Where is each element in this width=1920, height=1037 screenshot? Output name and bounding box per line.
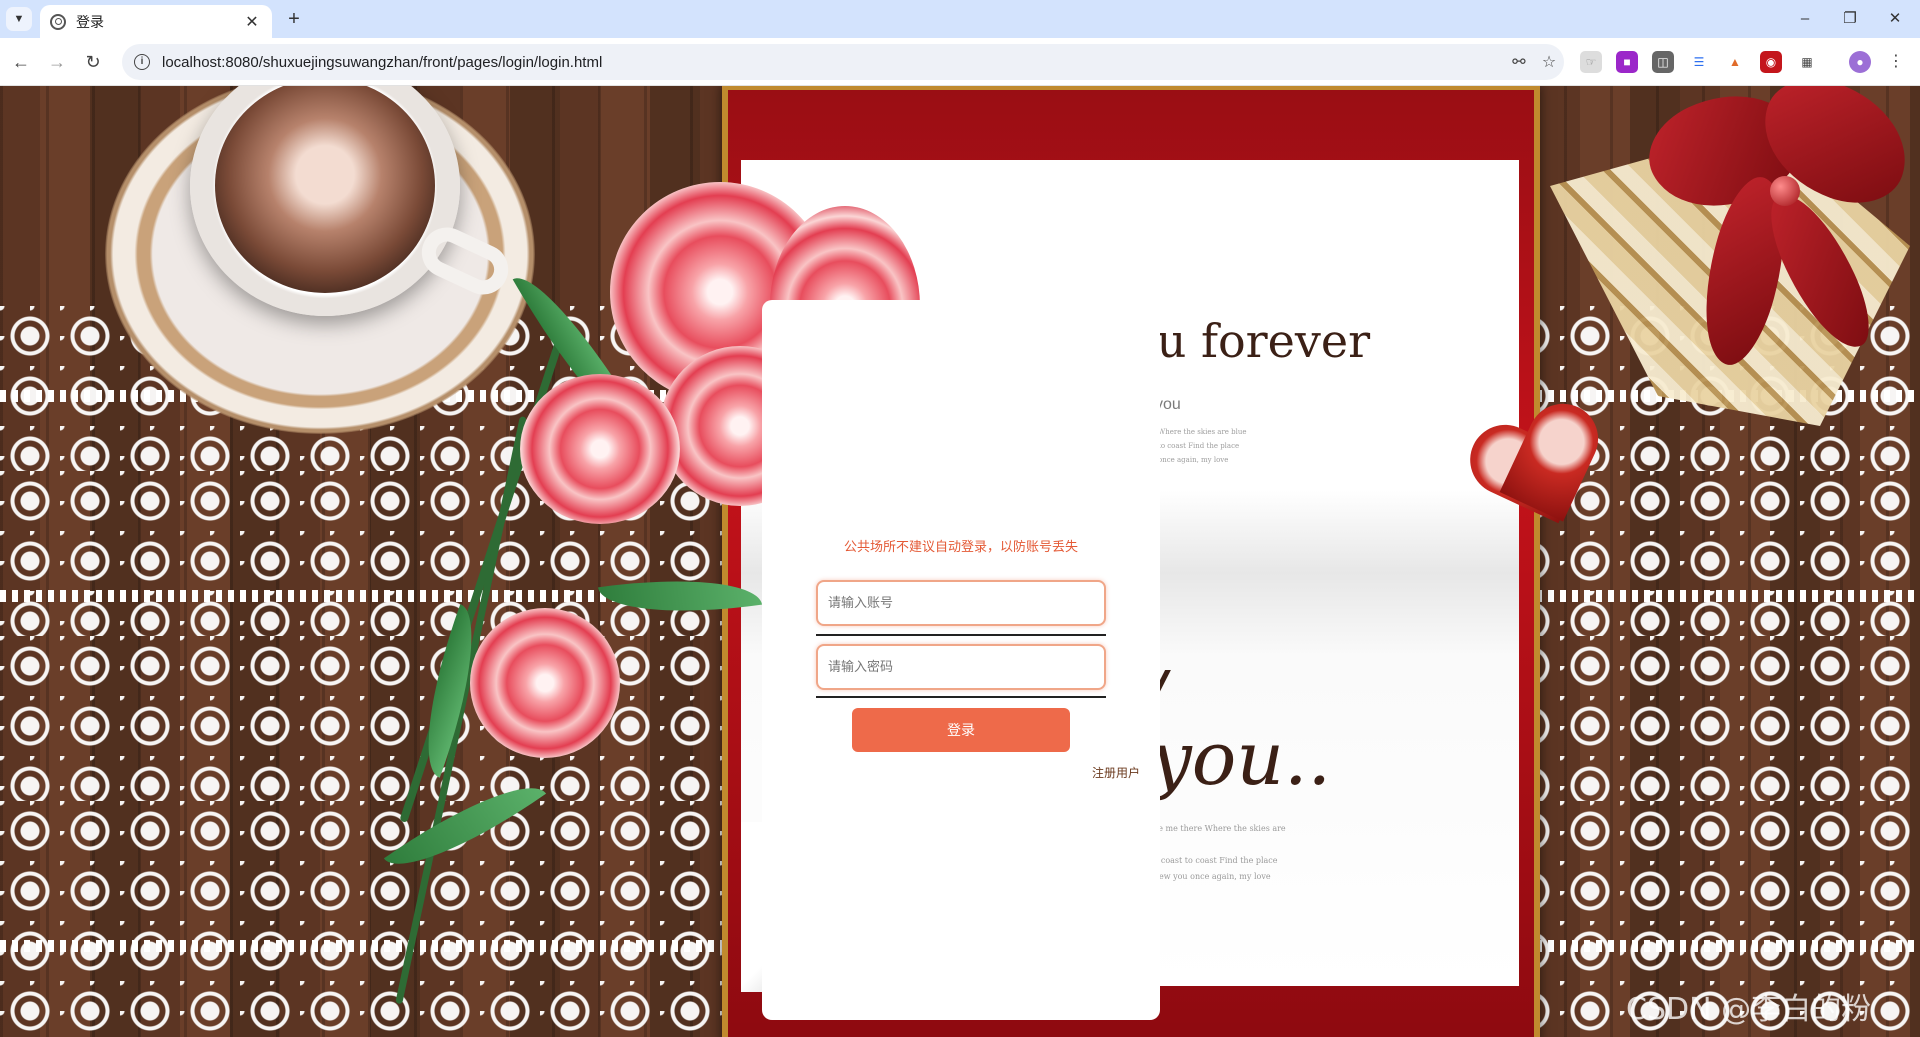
new-tab-button[interactable]: + bbox=[280, 6, 308, 32]
login-button[interactable]: 登录 bbox=[852, 708, 1070, 752]
puzzle-icon[interactable]: ▦ bbox=[1796, 51, 1818, 73]
extension-icon-3[interactable]: ◫ bbox=[1652, 51, 1674, 73]
account-input[interactable] bbox=[816, 580, 1106, 626]
forward-button[interactable]: → bbox=[44, 50, 70, 74]
ribbon-bow-image bbox=[1590, 86, 1920, 372]
chevron-down-icon: ▼ bbox=[13, 13, 25, 25]
profile-avatar[interactable]: ● bbox=[1849, 51, 1871, 73]
star-icon[interactable]: ☆ bbox=[1534, 52, 1564, 72]
address-bar[interactable]: i localhost:8080/shuxuejingsuwangzhan/fr… bbox=[122, 44, 1564, 80]
extension-icon-2[interactable]: ■ bbox=[1616, 51, 1638, 73]
url-text: localhost:8080/shuxuejingsuwangzhan/fron… bbox=[162, 53, 603, 71]
site-info-icon[interactable]: i bbox=[134, 54, 150, 70]
login-notice: 公共场所不建议自动登录，以防账号丢失 bbox=[843, 540, 1078, 555]
restore-button[interactable]: ❐ bbox=[1830, 6, 1870, 32]
tiny-line-3: once again, my love bbox=[1158, 456, 1229, 464]
menu-icon[interactable]: ⋮ bbox=[1885, 51, 1907, 73]
browser-toolbar: ← → ↻ i localhost:8080/shuxuejingsuwangz… bbox=[0, 38, 1920, 86]
script-text: you.. bbox=[1150, 716, 1332, 802]
extension-icon-5[interactable]: ▲ bbox=[1724, 51, 1746, 73]
tiny-line-1: Where the skies are blue bbox=[1158, 428, 1247, 436]
password-input[interactable] bbox=[816, 644, 1106, 690]
password-underline bbox=[816, 696, 1106, 698]
back-button[interactable]: ← bbox=[8, 50, 34, 74]
close-icon[interactable]: ✕ bbox=[242, 12, 262, 32]
register-link[interactable]: 注册用户 bbox=[1092, 764, 1140, 781]
page-background: I love you forever you Where the skies a… bbox=[0, 86, 1920, 1037]
watermark-text: CSDN @李白的粉 bbox=[1626, 992, 1872, 1027]
tab-search-button[interactable]: ▼ bbox=[6, 7, 32, 31]
login-card: 公共场所不建议自动登录，以防账号丢失 登录 注册用户 bbox=[762, 300, 1160, 1020]
minimize-button[interactable]: – bbox=[1785, 6, 1825, 32]
carnation-flower-middle bbox=[520, 374, 680, 524]
globe-icon bbox=[50, 13, 66, 30]
carnation-flower-lower bbox=[470, 608, 620, 758]
latte-heart-image bbox=[215, 86, 435, 293]
tab-login[interactable]: 登录 ✕ bbox=[40, 5, 272, 38]
tab-title: 登录 bbox=[76, 14, 104, 31]
key-icon[interactable]: ⚯ bbox=[1504, 52, 1534, 72]
extension-icon-6[interactable]: ◉ bbox=[1760, 51, 1782, 73]
close-window-button[interactable]: ✕ bbox=[1875, 6, 1915, 32]
tab-strip: ▼ 登录 ✕ + – ❐ ✕ bbox=[0, 0, 1920, 38]
extension-icon-4[interactable]: ☰ bbox=[1688, 51, 1710, 73]
tiny-line-2: to coast Find the place bbox=[1158, 442, 1240, 450]
account-underline bbox=[816, 634, 1106, 636]
reload-button[interactable]: ↻ bbox=[80, 50, 106, 74]
extension-icon-1[interactable]: ☞ bbox=[1580, 51, 1602, 73]
